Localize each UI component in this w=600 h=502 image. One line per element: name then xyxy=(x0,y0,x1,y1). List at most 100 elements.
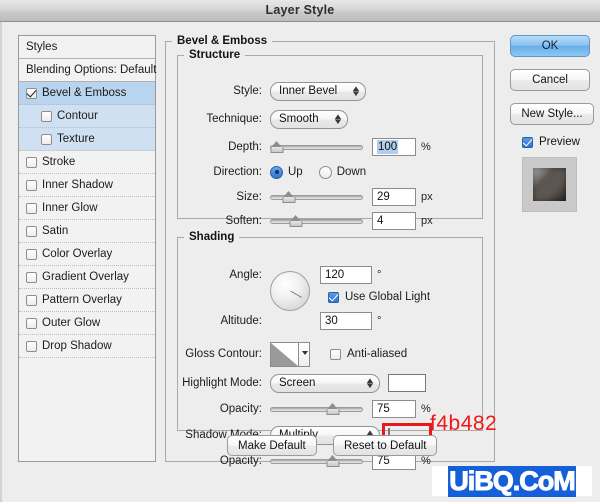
size-slider-thumb[interactable] xyxy=(282,191,296,203)
size-unit: px xyxy=(421,191,433,203)
style-checkbox[interactable] xyxy=(26,87,37,99)
technique-label: Technique: xyxy=(206,113,262,125)
style-row-color-overlay[interactable]: Color Overlay xyxy=(19,243,155,266)
style-checkbox[interactable] xyxy=(26,248,37,260)
make-default-label: Make Default xyxy=(238,439,306,452)
soften-slider-thumb[interactable] xyxy=(289,215,303,227)
style-row-stroke[interactable]: Stroke xyxy=(19,151,155,174)
chevron-updown-icon: ▲▼ xyxy=(350,84,361,98)
style-row-label: Satin xyxy=(42,225,69,237)
style-row-satin[interactable]: Satin xyxy=(19,220,155,243)
style-row: Style: Inner Bevel ▲ ▼ xyxy=(178,81,478,101)
highlight-opacity-thumb[interactable] xyxy=(326,403,340,415)
angle-input[interactable]: 120 xyxy=(320,266,372,284)
dialog-body: Styles Blending Options: Default Bevel &… xyxy=(0,22,600,502)
reset-to-default-label: Reset to Default xyxy=(344,439,427,452)
preview-checkbox[interactable] xyxy=(522,136,533,148)
technique-select[interactable]: Smooth ▲ ▼ xyxy=(270,109,348,129)
preview-row[interactable]: Preview xyxy=(522,136,590,148)
style-row-inner-shadow[interactable]: Inner Shadow xyxy=(19,174,155,197)
style-checkbox[interactable] xyxy=(41,133,52,145)
soften-slider[interactable] xyxy=(270,213,363,229)
cancel-button[interactable]: Cancel xyxy=(510,69,590,91)
direction-up-label: Up xyxy=(288,166,303,178)
styles-list[interactable]: Styles Blending Options: Default Bevel &… xyxy=(18,35,156,462)
highlight-mode-row: Highlight Mode: Screen ▲ ▼ xyxy=(178,373,478,393)
style-row-pattern-overlay[interactable]: Pattern Overlay xyxy=(19,289,155,312)
highlight-mode-label: Highlight Mode: xyxy=(182,377,262,389)
shading-group: Shading Angle: 120 ° Use Global Light Al… xyxy=(177,231,483,470)
bevel-emboss-panel: Bevel & Emboss Structure Style: Inner Be… xyxy=(165,35,495,470)
style-row-outer-glow[interactable]: Outer Glow xyxy=(19,312,155,335)
style-row-drop-shadow[interactable]: Drop Shadow xyxy=(19,335,155,358)
reset-to-default-button[interactable]: Reset to Default xyxy=(333,435,438,456)
layer-style-dialog: Layer Style Styles Blending Options: Def… xyxy=(0,0,600,502)
dialog-actions: OK Cancel New Style... Preview xyxy=(510,35,594,212)
style-checkbox[interactable] xyxy=(26,202,37,214)
style-select[interactable]: Inner Bevel ▲ ▼ xyxy=(270,81,366,101)
anti-aliased-checkbox[interactable] xyxy=(330,348,341,360)
structure-legend: Structure xyxy=(189,49,241,61)
highlight-opacity-slider[interactable] xyxy=(270,401,363,417)
highlight-opacity-value: 75 xyxy=(377,403,390,415)
depth-slider-track xyxy=(270,145,363,150)
style-checkbox[interactable] xyxy=(26,294,37,306)
size-label: Size: xyxy=(236,191,262,203)
style-checkbox[interactable] xyxy=(26,225,37,237)
style-row-contour[interactable]: Contour xyxy=(19,105,155,128)
make-default-button[interactable]: Make Default xyxy=(227,435,317,456)
ok-label: OK xyxy=(541,40,559,52)
style-checkbox[interactable] xyxy=(26,317,37,329)
style-row-inner-glow[interactable]: Inner Glow xyxy=(19,197,155,220)
shadow-opacity-thumb[interactable] xyxy=(326,455,340,467)
angle-label: Angle: xyxy=(229,269,262,281)
style-row-label: Texture xyxy=(57,133,95,145)
depth-slider[interactable] xyxy=(270,139,363,155)
style-row-texture[interactable]: Texture xyxy=(19,128,155,151)
style-row-bevel-emboss[interactable]: Bevel & Emboss xyxy=(19,82,155,105)
angle-dial[interactable] xyxy=(270,271,310,311)
gloss-contour-label: Gloss Contour: xyxy=(185,348,262,360)
styles-list-header: Styles xyxy=(19,36,155,59)
altitude-input[interactable]: 30 xyxy=(320,312,372,330)
structure-group: Structure Style: Inner Bevel ▲ ▼ Techniqu… xyxy=(177,49,483,230)
highlight-opacity-input[interactable]: 75 xyxy=(372,400,416,418)
depth-slider-thumb[interactable] xyxy=(270,141,284,153)
style-row-label: Inner Glow xyxy=(42,202,98,214)
gloss-contour-row: Gloss Contour: Anti-aliased xyxy=(178,341,478,367)
style-row-gradient-overlay[interactable]: Gradient Overlay xyxy=(19,266,155,289)
direction-up-radio[interactable] xyxy=(270,165,283,179)
style-checkbox[interactable] xyxy=(26,340,37,352)
highlight-color-swatch[interactable] xyxy=(388,374,426,392)
size-value: 29 xyxy=(377,191,390,203)
direction-down-radio[interactable] xyxy=(318,165,332,179)
size-row: Size: 29 px xyxy=(178,187,478,207)
depth-row: Depth: 100 % xyxy=(178,137,478,157)
depth-value: 100 xyxy=(377,140,399,154)
angle-unit: ° xyxy=(377,269,382,281)
style-row-label: Inner Shadow xyxy=(42,179,113,191)
new-style-button[interactable]: New Style... xyxy=(510,103,594,125)
size-slider[interactable] xyxy=(270,189,363,205)
style-row-label: Outer Glow xyxy=(42,317,101,329)
style-checkbox[interactable] xyxy=(26,271,37,283)
gloss-contour-swatch[interactable] xyxy=(270,341,310,367)
depth-input[interactable]: 100 xyxy=(372,138,416,156)
style-checkbox[interactable] xyxy=(26,179,37,191)
highlight-mode-select[interactable]: Screen ▲ ▼ xyxy=(270,373,380,393)
style-checkbox[interactable] xyxy=(26,156,37,168)
highlight-mode-value: Screen xyxy=(279,377,316,389)
style-checkbox[interactable] xyxy=(41,110,52,122)
blending-options-row[interactable]: Blending Options: Default xyxy=(19,59,156,82)
ok-button[interactable]: OK xyxy=(510,35,590,57)
size-input[interactable]: 29 xyxy=(372,188,416,206)
style-row-label: Bevel & Emboss xyxy=(42,87,127,99)
global-light-row[interactable]: Use Global Light xyxy=(328,287,430,307)
style-row-label: Color Overlay xyxy=(42,248,113,260)
style-label: Style: xyxy=(233,85,262,97)
styles-header-label: Styles xyxy=(26,41,58,53)
gloss-contour-dropdown-arrow[interactable] xyxy=(298,342,309,366)
soften-input[interactable]: 4 xyxy=(372,212,416,230)
use-global-light-checkbox[interactable] xyxy=(328,291,339,303)
angle-row: Angle: 120 ° xyxy=(178,265,478,285)
